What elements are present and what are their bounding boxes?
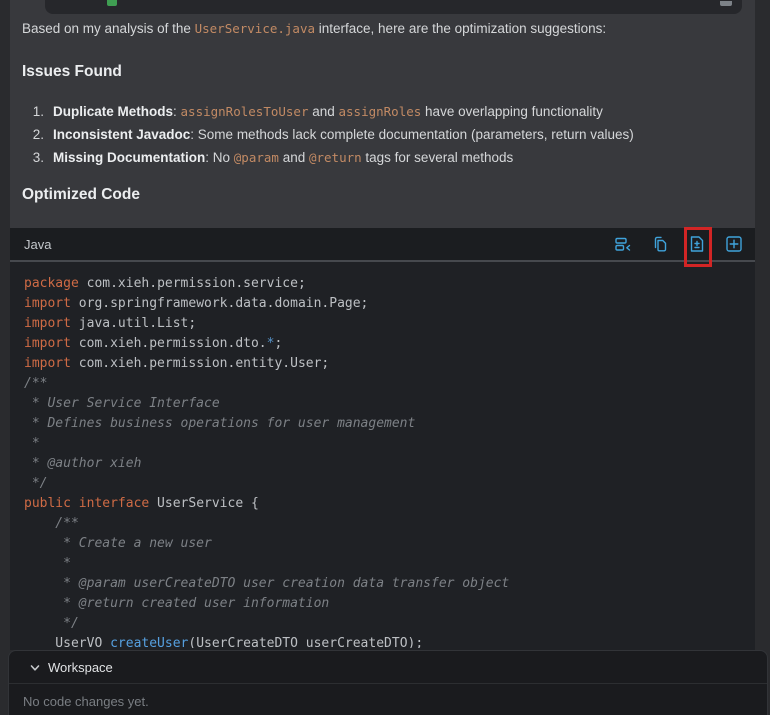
code-line: */ (24, 474, 755, 494)
list-item: 1. Duplicate Methods: assignRolesToUser a… (22, 100, 732, 123)
list-item: 2. Inconsistent Javadoc: Some methods lac… (22, 123, 732, 146)
code-line: import java.util.List; (24, 314, 755, 334)
code-line: import com.xieh.permission.entity.User; (24, 354, 755, 374)
plus-square-icon[interactable] (725, 235, 743, 253)
code-line: * @param userCreateDTO user creation dat… (24, 574, 755, 594)
code-line: * (24, 434, 755, 454)
code-line: * @return created user information (24, 594, 755, 614)
issues-heading: Issues Found (22, 63, 122, 81)
code-line: import org.springframework.data.domain.P… (24, 294, 755, 314)
list-number: 3. (22, 146, 44, 169)
workspace-empty-text: No code changes yet. (23, 694, 767, 709)
list-number: 1. (22, 100, 44, 123)
code-toolbar (614, 235, 743, 253)
code-line: * Create a new user (24, 534, 755, 554)
previous-element-fragment (45, 0, 742, 14)
intro-text: Based on my analysis of the UserService.… (22, 20, 732, 38)
code-line: */ (24, 614, 755, 634)
code-line: /** (24, 374, 755, 394)
code-line: UserVO createUser(UserCreateDTO userCrea… (24, 634, 755, 648)
code-block-header: Java (10, 228, 755, 262)
code-line: * (24, 554, 755, 574)
issues-list: 1. Duplicate Methods: assignRolesToUser a… (22, 100, 732, 169)
chat-message-area: Based on my analysis of the UserService.… (10, 0, 755, 650)
code-line: * User Service Interface (24, 394, 755, 414)
insert-at-caret-icon[interactable] (614, 235, 632, 253)
code-language-label: Java (24, 237, 51, 252)
gray-icon-fragment (720, 1, 732, 6)
chevron-down-icon[interactable] (29, 661, 41, 673)
code-line: import com.xieh.permission.dto.*; (24, 334, 755, 354)
code-content: package com.xieh.permission.service;impo… (10, 262, 755, 648)
workspace-title: Workspace (48, 660, 113, 675)
green-icon-fragment (107, 0, 117, 6)
code-line: /** (24, 514, 755, 534)
code-line: package com.xieh.permission.service; (24, 274, 755, 294)
list-item-text: Missing Documentation: No @param and @re… (53, 150, 513, 165)
list-item-text: Duplicate Methods: assignRolesToUser and… (53, 104, 603, 119)
code-line: public interface UserService { (24, 494, 755, 514)
code-block: Java (10, 228, 755, 650)
list-item: 3. Missing Documentation: No @param and @… (22, 146, 732, 169)
optimized-code-heading: Optimized Code (22, 186, 140, 204)
workspace-panel: Workspace No code changes yet. (8, 650, 768, 715)
workspace-header-toggle[interactable]: Workspace (9, 651, 767, 684)
new-file-diff-icon[interactable] (688, 235, 706, 253)
code-line: * @author xieh (24, 454, 755, 474)
list-item-text: Inconsistent Javadoc: Some methods lack … (53, 127, 634, 142)
code-line: * Defines business operations for user m… (24, 414, 755, 434)
copy-icon[interactable] (651, 235, 669, 253)
list-number: 2. (22, 123, 44, 146)
